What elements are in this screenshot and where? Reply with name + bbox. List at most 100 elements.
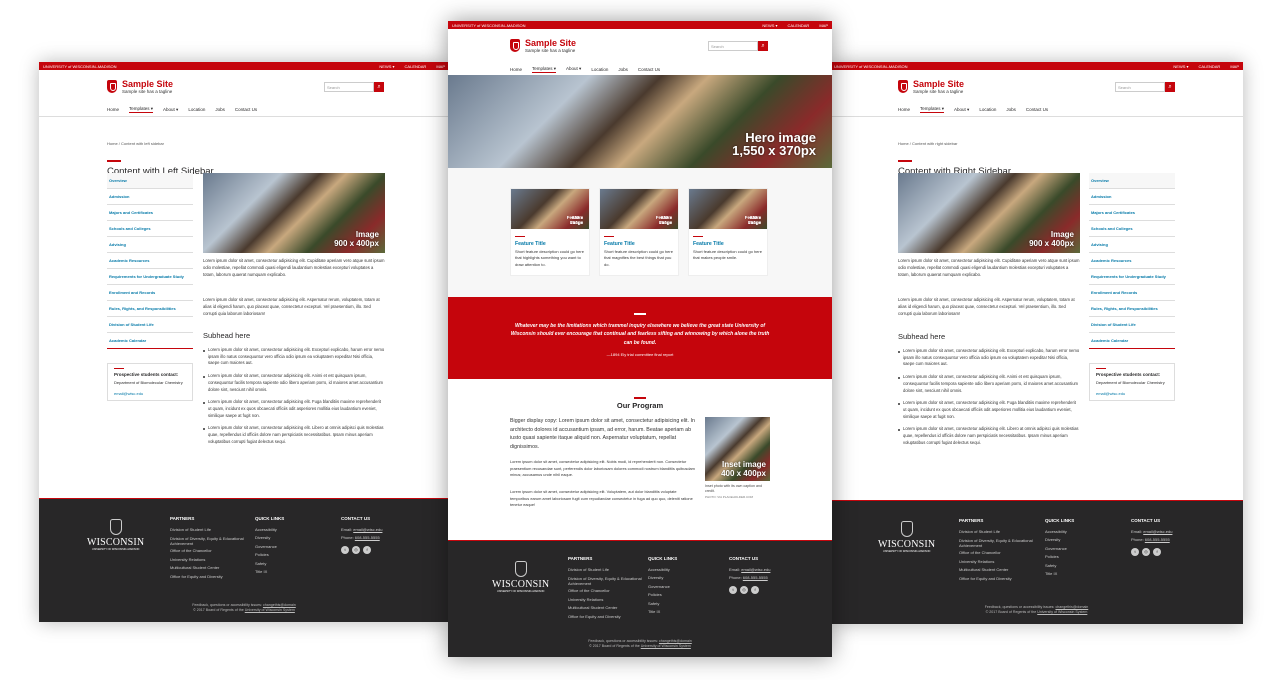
twitter-icon[interactable]: t <box>341 545 349 554</box>
footer-email[interactable]: email@wisc.edu <box>1143 529 1172 534</box>
sidebar-item[interactable]: Academic Resources <box>107 253 193 269</box>
nav-contact[interactable]: Contact Us <box>235 107 257 112</box>
copyright-link[interactable]: University of Wisconsin System <box>641 644 691 648</box>
site-title[interactable]: Sample Site <box>525 38 576 48</box>
twitter-icon[interactable]: t <box>1131 547 1139 556</box>
university-label[interactable]: UNIVERSITY of WISCONSIN–MADISON <box>452 23 526 28</box>
map-link[interactable]: MAP <box>1230 64 1239 69</box>
copyright-link[interactable]: University of Wisconsin System <box>245 608 295 612</box>
nav-about[interactable]: About ▾ <box>954 107 969 113</box>
sidebar-item[interactable]: Overview <box>107 173 193 189</box>
nav-about[interactable]: About ▾ <box>163 107 178 113</box>
nav-templates[interactable]: Templates ▾ <box>532 66 557 73</box>
site-brand[interactable]: Sample Site Sample site has a tagline <box>510 38 576 53</box>
footer-link[interactable]: Office of the Chancellor <box>568 587 648 596</box>
footer-link[interactable]: Division of Student Life <box>568 566 648 575</box>
footer-link[interactable]: Office for Equity and Diversity <box>170 573 250 582</box>
footer-link[interactable]: Multicultural Student Center <box>568 604 648 613</box>
footer-link[interactable]: Diversity <box>1045 536 1074 545</box>
footer-link[interactable]: University Relations <box>170 556 250 565</box>
nav-jobs[interactable]: Jobs <box>215 107 225 112</box>
contact-email[interactable]: email@wisc.edu <box>114 391 186 396</box>
nav-templates[interactable]: Templates ▾ <box>129 106 154 113</box>
sidebar-item[interactable]: Advising <box>1089 237 1175 253</box>
feature-title[interactable]: Feature Title <box>600 229 678 249</box>
sidebar-item[interactable]: Requirements for Undergraduate Study <box>107 269 193 285</box>
calendar-link[interactable]: CALENDAR <box>1199 64 1221 69</box>
feature-title[interactable]: Feature Title <box>689 229 767 249</box>
instagram-icon[interactable]: ◎ <box>1142 547 1150 556</box>
sidebar-item[interactable]: Majors and Certificates <box>1089 205 1175 221</box>
wisconsin-wordmark[interactable]: WISCONSIN UNIVERSITY OF WISCONSIN–MADISO… <box>87 519 144 551</box>
footer-link[interactable]: Accessibility <box>255 526 284 535</box>
sidebar-item[interactable]: Admission <box>1089 189 1175 205</box>
footer-link[interactable]: Division of Student Life <box>959 528 1039 537</box>
footer-link[interactable]: Governance <box>255 543 284 552</box>
nav-jobs[interactable]: Jobs <box>618 67 628 72</box>
twitter-icon[interactable]: t <box>729 585 737 594</box>
search-input[interactable]: Search <box>708 40 758 51</box>
footer-link[interactable]: Division of Diversity, Equity & Educatio… <box>170 536 250 546</box>
footer-link[interactable]: Policies <box>1045 553 1074 562</box>
footer-link[interactable]: Title IX <box>1045 570 1074 579</box>
nav-location[interactable]: Location <box>979 107 996 112</box>
footer-phone[interactable]: 608-555-5555 <box>743 575 768 580</box>
footer-link[interactable]: Accessibility <box>648 566 677 575</box>
nav-contact[interactable]: Contact Us <box>1026 107 1048 112</box>
feedback-link[interactable]: changethis@domain <box>1055 605 1088 609</box>
sidebar-item[interactable]: Division of Student Life <box>1089 317 1175 333</box>
sidebar-item[interactable]: Enrollment and Records <box>1089 285 1175 301</box>
site-title[interactable]: Sample Site <box>122 79 173 89</box>
search-button[interactable]: ⌕ <box>374 81 384 92</box>
search-button[interactable]: ⌕ <box>758 40 768 51</box>
nav-contact[interactable]: Contact Us <box>638 67 660 72</box>
footer-link[interactable]: University Relations <box>568 596 648 605</box>
footer-link[interactable]: Policies <box>648 591 677 600</box>
footer-email[interactable]: email@wisc.edu <box>353 527 382 532</box>
sidebar-item[interactable]: Academic Resources <box>1089 253 1175 269</box>
facebook-icon[interactable]: f <box>1153 547 1161 556</box>
map-link[interactable]: MAP <box>436 64 445 69</box>
news-link[interactable]: NEWS ▾ <box>379 64 394 69</box>
instagram-icon[interactable]: ◎ <box>740 585 748 594</box>
footer-link[interactable]: University Relations <box>959 558 1039 567</box>
footer-link[interactable]: Policies <box>255 551 284 560</box>
sidebar-item[interactable]: Schools and Colleges <box>107 221 193 237</box>
nav-location[interactable]: Location <box>591 67 608 72</box>
nav-home[interactable]: Home <box>510 67 522 72</box>
footer-link[interactable]: Diversity <box>648 574 677 583</box>
footer-link[interactable]: Title IX <box>648 608 677 617</box>
sidebar-item[interactable]: Admission <box>107 189 193 205</box>
search-input[interactable]: Search <box>324 81 374 92</box>
footer-phone[interactable]: 608-555-5555 <box>355 535 380 540</box>
footer-email[interactable]: email@wisc.edu <box>741 567 770 572</box>
footer-link[interactable]: Office for Equity and Diversity <box>568 613 648 622</box>
nav-about[interactable]: About ▾ <box>566 66 581 72</box>
footer-link[interactable]: Multicultural Student Center <box>170 564 250 573</box>
feature-title[interactable]: Feature Title <box>511 229 589 249</box>
sidebar-item[interactable]: Rules, Rights, and Responsibilities <box>107 301 193 317</box>
feature-card[interactable]: Feature Image 630 x 210px Feature Title S… <box>510 188 590 276</box>
university-label[interactable]: UNIVERSITY of WISCONSIN–MADISON <box>43 64 117 69</box>
sidebar-item[interactable]: Majors and Certificates <box>107 205 193 221</box>
nav-home[interactable]: Home <box>107 107 119 112</box>
nav-location[interactable]: Location <box>188 107 205 112</box>
sidebar-item[interactable]: Academic Calendar <box>107 333 193 349</box>
footer-link[interactable]: Title IX <box>255 568 284 577</box>
calendar-link[interactable]: CALENDAR <box>788 23 810 28</box>
nav-jobs[interactable]: Jobs <box>1006 107 1016 112</box>
nav-home[interactable]: Home <box>898 107 910 112</box>
footer-link[interactable]: Accessibility <box>1045 528 1074 537</box>
sidebar-item[interactable]: Division of Student Life <box>107 317 193 333</box>
footer-link[interactable]: Division of Diversity, Equity & Educatio… <box>959 538 1039 548</box>
feature-card[interactable]: Feature Image 630 x 210px Feature Title S… <box>599 188 679 276</box>
footer-link[interactable]: Multicultural Student Center <box>959 566 1039 575</box>
map-link[interactable]: MAP <box>819 23 828 28</box>
sidebar-item[interactable]: Enrollment and Records <box>107 285 193 301</box>
sidebar-item[interactable]: Overview <box>1089 173 1175 189</box>
facebook-icon[interactable]: f <box>751 585 759 594</box>
search-button[interactable]: ⌕ <box>1165 81 1175 92</box>
site-title[interactable]: Sample Site <box>913 79 964 89</box>
sidebar-item[interactable]: Requirements for Undergraduate Study <box>1089 269 1175 285</box>
sidebar-item[interactable]: Academic Calendar <box>1089 333 1175 349</box>
